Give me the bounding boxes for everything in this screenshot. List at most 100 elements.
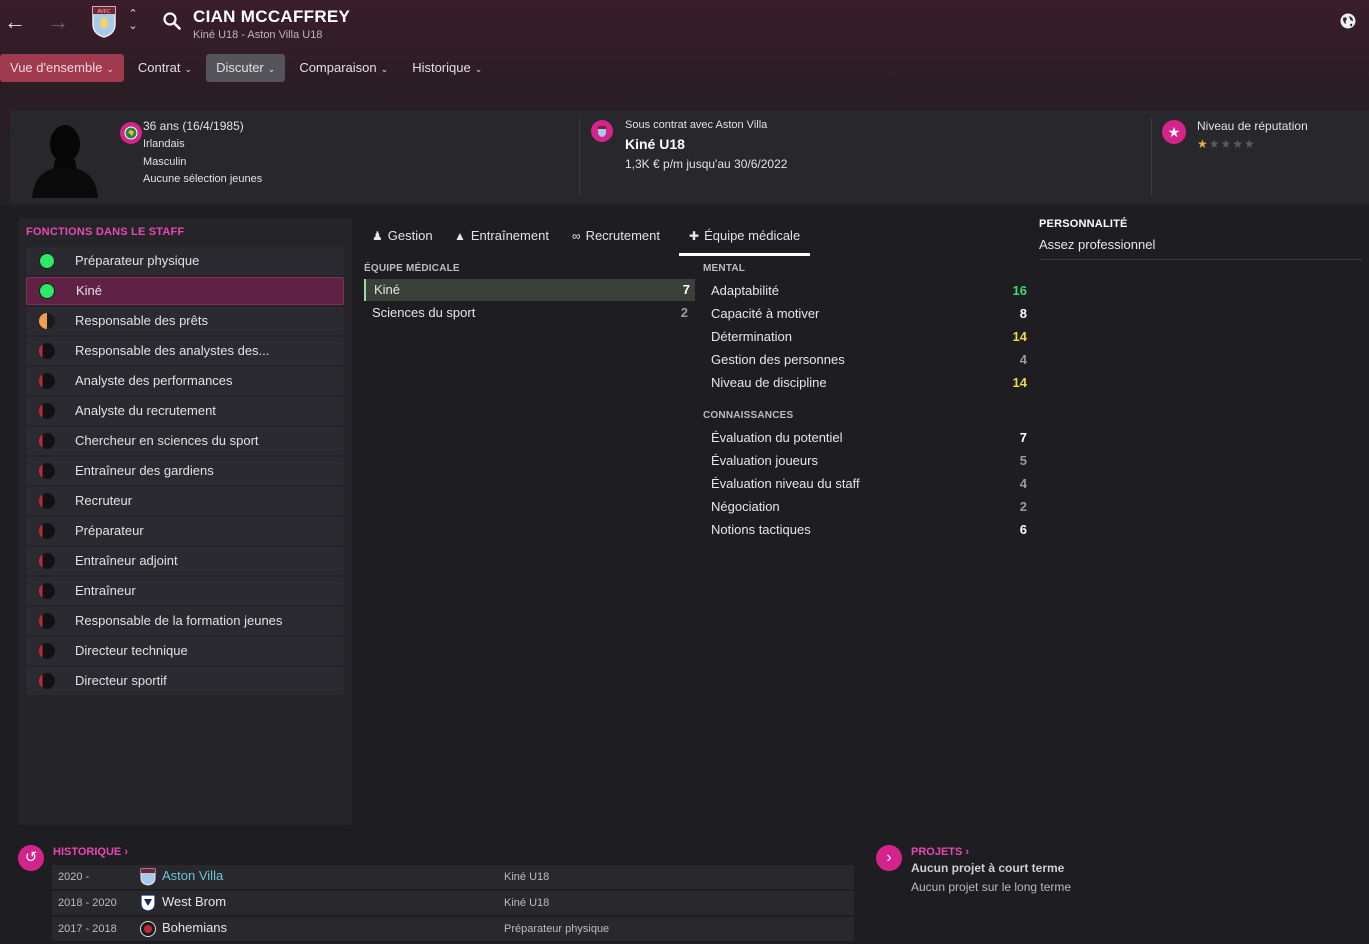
role-level-indicator bbox=[39, 343, 55, 359]
contract-label: Sous contrat avec Aston Villa bbox=[625, 119, 768, 131]
club-crest-icon[interactable]: AVFC bbox=[92, 6, 116, 38]
staff-role-row[interactable]: Analyste des performances bbox=[26, 367, 344, 395]
attribute-value: 14 bbox=[1012, 375, 1027, 390]
history-years: 2020 - bbox=[58, 871, 90, 883]
medical-attribute-row[interactable]: Sciences du sport 2 bbox=[364, 302, 693, 324]
staff-role-row[interactable]: Entraîneur bbox=[26, 577, 344, 605]
knowledge-attribute-row: Notions tactiques 6 bbox=[703, 518, 1033, 541]
mental-attribute-row: Niveau de discipline 14 bbox=[703, 371, 1033, 394]
attribute-value: 2 bbox=[680, 305, 688, 320]
personality-title: PERSONNALITÉ bbox=[1039, 218, 1128, 230]
tab-scouting[interactable]: ∞ Recrutement bbox=[572, 222, 660, 256]
avatar bbox=[30, 118, 100, 198]
medical-attribute-row[interactable]: Kiné 7 bbox=[364, 279, 695, 301]
mental-attribute-row: Gestion des personnes 4 bbox=[703, 348, 1033, 371]
staff-role-row[interactable]: Directeur technique bbox=[26, 637, 344, 665]
staff-role-label: Directeur technique bbox=[75, 643, 188, 658]
staff-role-label: Entraîneur bbox=[75, 583, 136, 598]
attribute-value: 8 bbox=[1019, 306, 1027, 321]
club-crest-icon[interactable] bbox=[140, 894, 156, 912]
staff-role-label: Entraîneur adjoint bbox=[75, 553, 178, 568]
history-title-link[interactable]: HISTORIQUE › bbox=[53, 846, 128, 858]
history-club-link[interactable]: Bohemians bbox=[162, 917, 227, 939]
chevron-right-icon[interactable]: › bbox=[876, 845, 902, 871]
staff-role-row[interactable]: Entraîneur adjoint bbox=[26, 547, 344, 575]
history-club-link[interactable]: West Brom bbox=[162, 891, 226, 913]
staff-role-row[interactable]: Préparateur physique bbox=[26, 247, 344, 275]
club-crest-icon[interactable] bbox=[140, 868, 156, 886]
staff-role-label: Analyste du recrutement bbox=[75, 403, 216, 418]
club-badge-icon[interactable] bbox=[591, 120, 613, 142]
attribute-label: Kiné bbox=[374, 282, 401, 297]
staff-role-row[interactable]: Directeur sportif bbox=[26, 667, 344, 695]
player-switch-arrows[interactable]: ⌃ ⌄ bbox=[127, 8, 139, 32]
chevron-up-icon[interactable]: ⌃ bbox=[127, 8, 139, 20]
chevron-down-icon: ⌄ bbox=[474, 64, 483, 74]
chevron-down-icon: ⌄ bbox=[184, 64, 193, 74]
player-gender: Masculin bbox=[143, 156, 187, 168]
role-level-indicator bbox=[39, 583, 55, 599]
contract-wage: 1,3K € p/m jusqu'au 30/6/2022 bbox=[625, 157, 788, 171]
menu-discuss[interactable]: Discuter ⌄ bbox=[206, 54, 286, 82]
staff-role-row[interactable]: Préparateur bbox=[26, 517, 344, 545]
projects-title-link[interactable]: PROJETS › bbox=[911, 846, 969, 858]
role-level-indicator bbox=[39, 673, 55, 689]
attribute-label: Évaluation du potentiel bbox=[711, 430, 843, 445]
role-level-indicator bbox=[39, 373, 55, 389]
attribute-label: Capacité à motiver bbox=[711, 306, 820, 321]
attribute-value: 5 bbox=[1019, 453, 1027, 468]
staff-role-row[interactable]: Kiné bbox=[26, 277, 344, 305]
nation-flag-icon[interactable] bbox=[120, 122, 142, 144]
contract-role: Kiné U18 bbox=[625, 136, 685, 152]
staff-role-row[interactable]: Responsable de la formation jeunes bbox=[26, 607, 344, 635]
staff-role-label: Responsable des analystes des... bbox=[75, 343, 270, 358]
history-years: 2017 - 2018 bbox=[58, 923, 117, 935]
staff-role-row[interactable]: Responsable des analystes des... bbox=[26, 337, 344, 365]
staff-role-row[interactable]: Analyste du recrutement bbox=[26, 397, 344, 425]
attribute-label: Négociation bbox=[711, 499, 780, 514]
mental-section-title: MENTAL bbox=[703, 263, 746, 274]
player-subtitle: Kiné U18 - Aston Villa U18 bbox=[193, 29, 323, 41]
history-icon[interactable]: ↺ bbox=[18, 845, 44, 871]
knowledge-attribute-row: Évaluation niveau du staff 4 bbox=[703, 472, 1033, 495]
attribute-label: Niveau de discipline bbox=[711, 375, 827, 390]
star-icon: ★ bbox=[1162, 120, 1186, 144]
staff-role-row[interactable]: Entraîneur des gardiens bbox=[26, 457, 344, 485]
binoculars-icon: ∞ bbox=[572, 229, 581, 243]
history-role: Kiné U18 bbox=[504, 897, 550, 909]
menu-comparison[interactable]: Comparaison ⌄ bbox=[289, 54, 398, 82]
knowledge-attribute-row: Négociation 2 bbox=[703, 495, 1033, 518]
chevron-down-icon[interactable]: ⌄ bbox=[127, 20, 139, 32]
globe-icon[interactable] bbox=[1339, 12, 1357, 30]
staff-role-row[interactable]: Recruteur bbox=[26, 487, 344, 515]
tab-training[interactable]: ▲ Entraînement bbox=[454, 222, 549, 256]
profile-summary: 36 ans (16/4/1985) Irlandais Masculin Au… bbox=[10, 110, 1369, 204]
role-level-indicator bbox=[39, 403, 55, 419]
staff-role-label: Responsable de la formation jeunes bbox=[75, 613, 283, 628]
attribute-label: Détermination bbox=[711, 329, 792, 344]
projects-short-term: Aucun projet à court terme bbox=[911, 861, 1065, 875]
chevron-down-icon: ⌄ bbox=[380, 64, 389, 74]
staff-role-label: Kiné bbox=[76, 283, 103, 298]
tab-medical[interactable]: ✚ Équipe médicale bbox=[679, 222, 811, 256]
history-row: 2017 - 2018 Bohemians Préparateur physique bbox=[52, 917, 854, 941]
club-crest-icon[interactable] bbox=[140, 920, 156, 938]
search-icon[interactable] bbox=[163, 12, 181, 30]
history-club-link[interactable]: Aston Villa bbox=[162, 865, 223, 887]
staff-role-row[interactable]: Responsable des prêts bbox=[26, 307, 344, 335]
history-row: 2020 - Aston Villa Kiné U18 bbox=[52, 865, 854, 889]
chevron-down-icon: ⌄ bbox=[106, 64, 114, 74]
mental-attribute-row: Capacité à motiver 8 bbox=[703, 302, 1033, 325]
role-level-indicator bbox=[39, 313, 55, 329]
divider bbox=[1151, 118, 1152, 196]
menu-history[interactable]: Historique ⌄ bbox=[402, 54, 492, 82]
menu-overview[interactable]: Vue d'ensemble ⌄ bbox=[0, 54, 124, 82]
menu-contract[interactable]: Contrat ⌄ bbox=[128, 54, 202, 82]
back-arrow-icon[interactable]: ← bbox=[4, 10, 26, 34]
history-role: Kiné U18 bbox=[504, 871, 550, 883]
attribute-value: 7 bbox=[1019, 430, 1027, 445]
tab-management[interactable]: ♟ Gestion bbox=[372, 222, 433, 256]
forward-arrow-icon[interactable]: → bbox=[47, 10, 69, 34]
staff-role-row[interactable]: Chercheur en sciences du sport bbox=[26, 427, 344, 455]
role-level-indicator bbox=[39, 463, 55, 479]
